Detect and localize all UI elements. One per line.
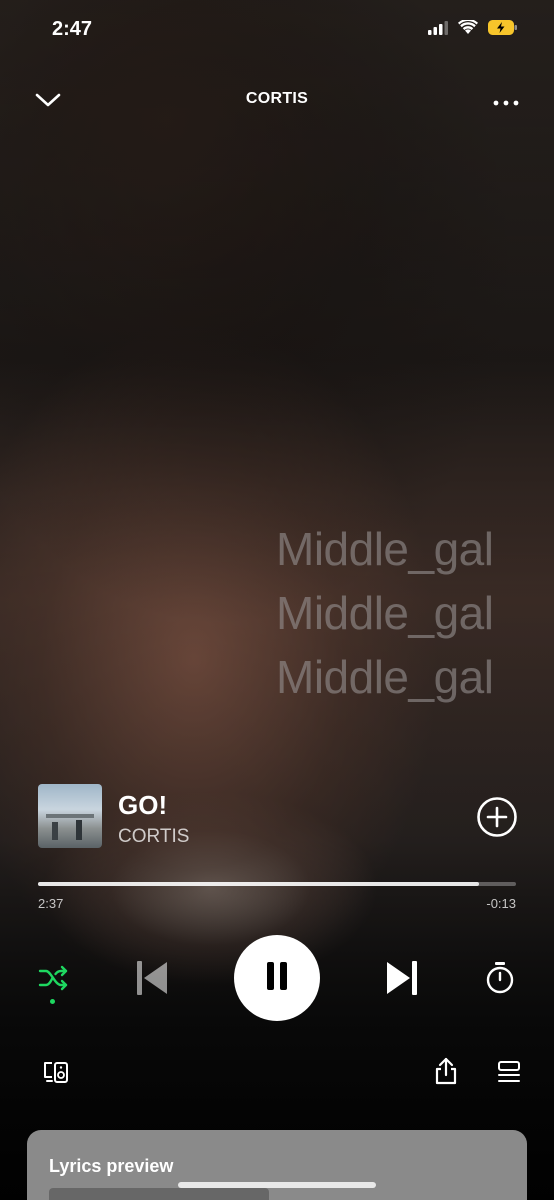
add-circle-icon <box>476 797 518 842</box>
player-header: CORTIS <box>0 80 554 120</box>
queue-icon <box>497 1060 521 1089</box>
home-indicator[interactable] <box>178 1182 376 1188</box>
elapsed-time: 2:37 <box>38 896 64 911</box>
shuffle-active-dot <box>50 999 55 1004</box>
more-options-icon <box>493 93 519 111</box>
shuffle-icon <box>38 964 70 997</box>
connect-device-icon <box>42 1060 70 1089</box>
track-info: GO! CORTIS <box>38 784 518 850</box>
sleep-timer-button[interactable] <box>482 961 518 999</box>
album-cover-thumbnail <box>38 784 102 848</box>
header-title: CORTIS <box>245 90 309 107</box>
previous-button[interactable] <box>130 960 174 1000</box>
next-button[interactable] <box>380 960 424 1000</box>
song-artist[interactable]: CORTIS <box>118 826 189 848</box>
share-button[interactable] <box>430 1057 462 1090</box>
pause-button[interactable] <box>234 935 320 1021</box>
progress-bar[interactable] <box>38 882 516 886</box>
sleep-timer-icon <box>485 961 515 1000</box>
connect-device-button[interactable] <box>40 1060 72 1088</box>
progress-fill <box>38 882 480 886</box>
status-bar: 2:47 <box>0 0 554 60</box>
player-footer <box>0 1056 554 1092</box>
wifi-icon <box>458 18 478 40</box>
playback-controls <box>0 935 554 1025</box>
watermark-line: Middle_gal <box>276 587 494 639</box>
add-to-library-button[interactable] <box>476 796 518 838</box>
more-options-button[interactable] <box>488 84 524 120</box>
remaining-time: -0:13 <box>486 896 516 911</box>
skip-next-icon <box>385 960 419 1001</box>
status-icons <box>428 18 518 40</box>
watermark-line: Middle_gal <box>276 523 494 575</box>
pause-icon <box>264 961 290 996</box>
lyrics-preview-title: Lyrics preview <box>49 1156 174 1176</box>
song-title[interactable]: GO! <box>118 790 167 821</box>
battery-charging-icon <box>488 20 518 40</box>
share-icon <box>434 1057 458 1090</box>
queue-button[interactable] <box>494 1060 524 1088</box>
skip-previous-icon <box>135 960 169 1001</box>
cellular-signal-icon <box>428 20 448 40</box>
lyrics-line-placeholder <box>49 1188 269 1200</box>
lyrics-preview-card[interactable]: Lyrics preview <box>27 1130 527 1200</box>
watermark-line: Middle_gal <box>276 651 494 703</box>
status-time: 2:47 <box>52 18 93 40</box>
shuffle-button[interactable] <box>34 963 74 997</box>
